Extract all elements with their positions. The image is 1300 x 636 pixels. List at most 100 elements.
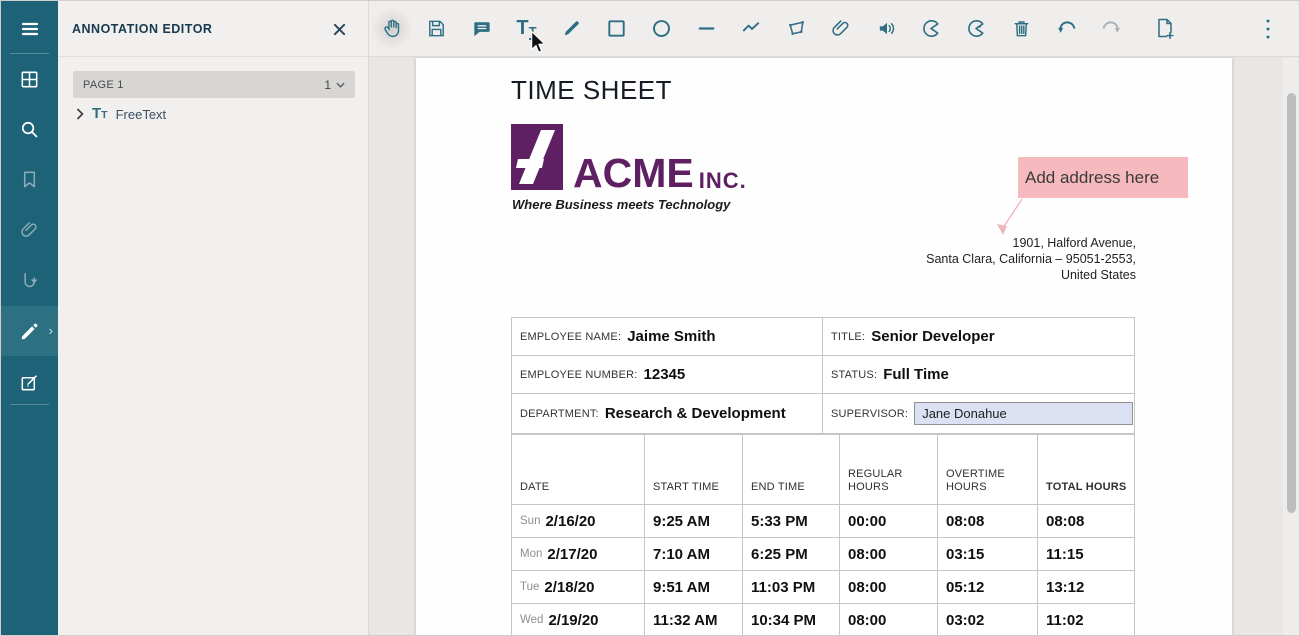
supervisor-field[interactable]: Jane Donahue: [914, 402, 1133, 425]
snake-arrow-icon: [18, 269, 41, 292]
time-value: 11:32 AM: [653, 612, 717, 629]
sidebar-item-annotation-editor[interactable]: ›: [1, 306, 58, 356]
panel-title: ANNOTATION EDITOR: [72, 22, 212, 36]
field-value: Jaime Smith: [627, 328, 715, 345]
overflow-menu-button[interactable]: [1253, 1, 1283, 57]
employee-cell: TITLE: Senior Developer: [823, 318, 1134, 355]
employee-cell: EMPLOYEE NUMBER:12345: [512, 356, 823, 393]
free-text-annotation[interactable]: Add address here: [1018, 157, 1188, 198]
polygon-tool-button[interactable]: [774, 1, 819, 57]
sidebar-item-bookmarks[interactable]: [1, 161, 58, 197]
undo-button[interactable]: [1044, 1, 1089, 57]
pacman-stamp-button[interactable]: [909, 1, 954, 57]
sidebar-item-attachments[interactable]: [1, 212, 58, 248]
free-text-tool-button[interactable]: TT: [504, 1, 549, 57]
employee-cell: DEPARTMENT:Research & Development: [512, 394, 823, 433]
time-value: 08:08: [1046, 513, 1084, 530]
add-page-button[interactable]: [1142, 1, 1187, 57]
time-value: 03:02: [946, 612, 984, 629]
pacman-icon: [920, 17, 943, 40]
date-value: 2/16/20: [545, 513, 595, 530]
redo-icon: [1100, 17, 1123, 40]
annotation-editor-app: › ANNOTATION EDITOR PAGE 1 1 TT FreeText: [0, 0, 1300, 636]
field-label: TITLE:: [831, 331, 865, 343]
search-icon: [18, 118, 41, 141]
scrollbar-thumb[interactable]: [1287, 93, 1296, 513]
field-value: Full Time: [883, 366, 949, 383]
polygon-icon: [785, 17, 808, 40]
day-label: Mon: [520, 548, 542, 560]
time-cell: 00:00: [840, 505, 938, 537]
column-header: REGULAR HOURS: [840, 435, 938, 504]
page-group-header[interactable]: PAGE 1 1: [73, 71, 355, 98]
vertical-scrollbar[interactable]: [1283, 58, 1299, 635]
sidebar-item-search[interactable]: [1, 111, 58, 147]
date-cell: Wed2/19/20: [512, 604, 645, 636]
time-cell: 7:10 AM: [645, 538, 743, 570]
time-value: 08:00: [848, 546, 886, 563]
audio-tool-button[interactable]: [864, 1, 909, 57]
delete-button[interactable]: [999, 1, 1044, 57]
pacman-eye-stamp-button[interactable]: [954, 1, 999, 57]
time-value: 11:03 PM: [751, 579, 815, 596]
table-row: Wed2/19/2011:32 AM10:34 PM08:0003:0211:0…: [512, 604, 1134, 636]
attachment-icon: [830, 17, 853, 40]
date-cell: Sun2/16/20: [512, 505, 645, 537]
menu-icon[interactable]: [1, 11, 58, 47]
address-block: 1901, Halford Avenue, Santa Clara, Calif…: [816, 235, 1136, 283]
acme-a-glyph: [511, 124, 563, 190]
annotation-tree-item[interactable]: TT FreeText: [76, 105, 166, 123]
pan-tool-button[interactable]: [369, 1, 414, 57]
time-value: 08:00: [848, 612, 886, 629]
line-icon: [695, 17, 718, 40]
logo-suffix: INC.: [699, 172, 747, 190]
sidebar-item-organize[interactable]: [1, 262, 58, 298]
comment-icon: [470, 17, 493, 40]
sidebar-item-thumbnails[interactable]: [1, 61, 58, 97]
annotation-type-label: FreeText: [116, 107, 167, 122]
sidebar-item-form-designer[interactable]: [1, 364, 58, 400]
time-cell: 11:15: [1038, 538, 1134, 570]
page-count: 1: [324, 78, 331, 92]
comment-tool-button[interactable]: [459, 1, 504, 57]
save-button[interactable]: [414, 1, 459, 57]
annotation-arrow: [992, 197, 1028, 239]
company-logo: ACME INC.: [511, 124, 747, 190]
day-label: Wed: [520, 614, 543, 626]
logo-name: ACME: [573, 158, 694, 190]
circle-icon: [650, 17, 673, 40]
sidebar-divider: [10, 53, 49, 54]
polyline-tool-button[interactable]: [729, 1, 774, 57]
audio-icon: [875, 17, 898, 40]
time-cell: 6:25 PM: [743, 538, 840, 570]
trash-icon: [1010, 17, 1033, 40]
attachment-tool-button[interactable]: [819, 1, 864, 57]
document-title: TIME SHEET: [511, 75, 672, 106]
day-label: Tue: [520, 581, 539, 593]
ink-pen-icon: [560, 17, 583, 40]
date-value: 2/18/20: [544, 579, 594, 596]
circle-tool-button[interactable]: [639, 1, 684, 57]
field-value: Senior Developer: [871, 328, 994, 345]
time-value: 7:10 AM: [653, 546, 710, 563]
undo-icon: [1055, 17, 1078, 40]
time-cell: 10:34 PM: [743, 604, 840, 636]
chevron-down-icon: [336, 82, 345, 88]
column-header: START TIME: [645, 435, 743, 504]
employee-cell: EMPLOYEE NAME:Jaime Smith: [512, 318, 823, 355]
pencil-icon: [18, 320, 41, 343]
date-cell: Tue 2/18/20: [512, 571, 645, 603]
redo-button[interactable]: [1089, 1, 1134, 57]
time-cell: 08:00: [840, 571, 938, 603]
chevron-right-icon: ›: [49, 323, 53, 338]
field-label: SUPERVISOR:: [831, 408, 908, 420]
table-row: Mon2/17/207:10 AM6:25 PM08:0003:1511:15: [512, 538, 1134, 571]
ink-pen-tool-button[interactable]: [549, 1, 594, 57]
time-cell: 03:15: [938, 538, 1038, 570]
annotation-toolbar: TT: [369, 1, 1299, 57]
line-tool-button[interactable]: [684, 1, 729, 57]
pacman-eye-icon: [965, 17, 988, 40]
address-line: Santa Clara, California – 95051-2553,: [816, 251, 1136, 267]
rectangle-tool-button[interactable]: [594, 1, 639, 57]
close-icon[interactable]: [330, 20, 348, 38]
